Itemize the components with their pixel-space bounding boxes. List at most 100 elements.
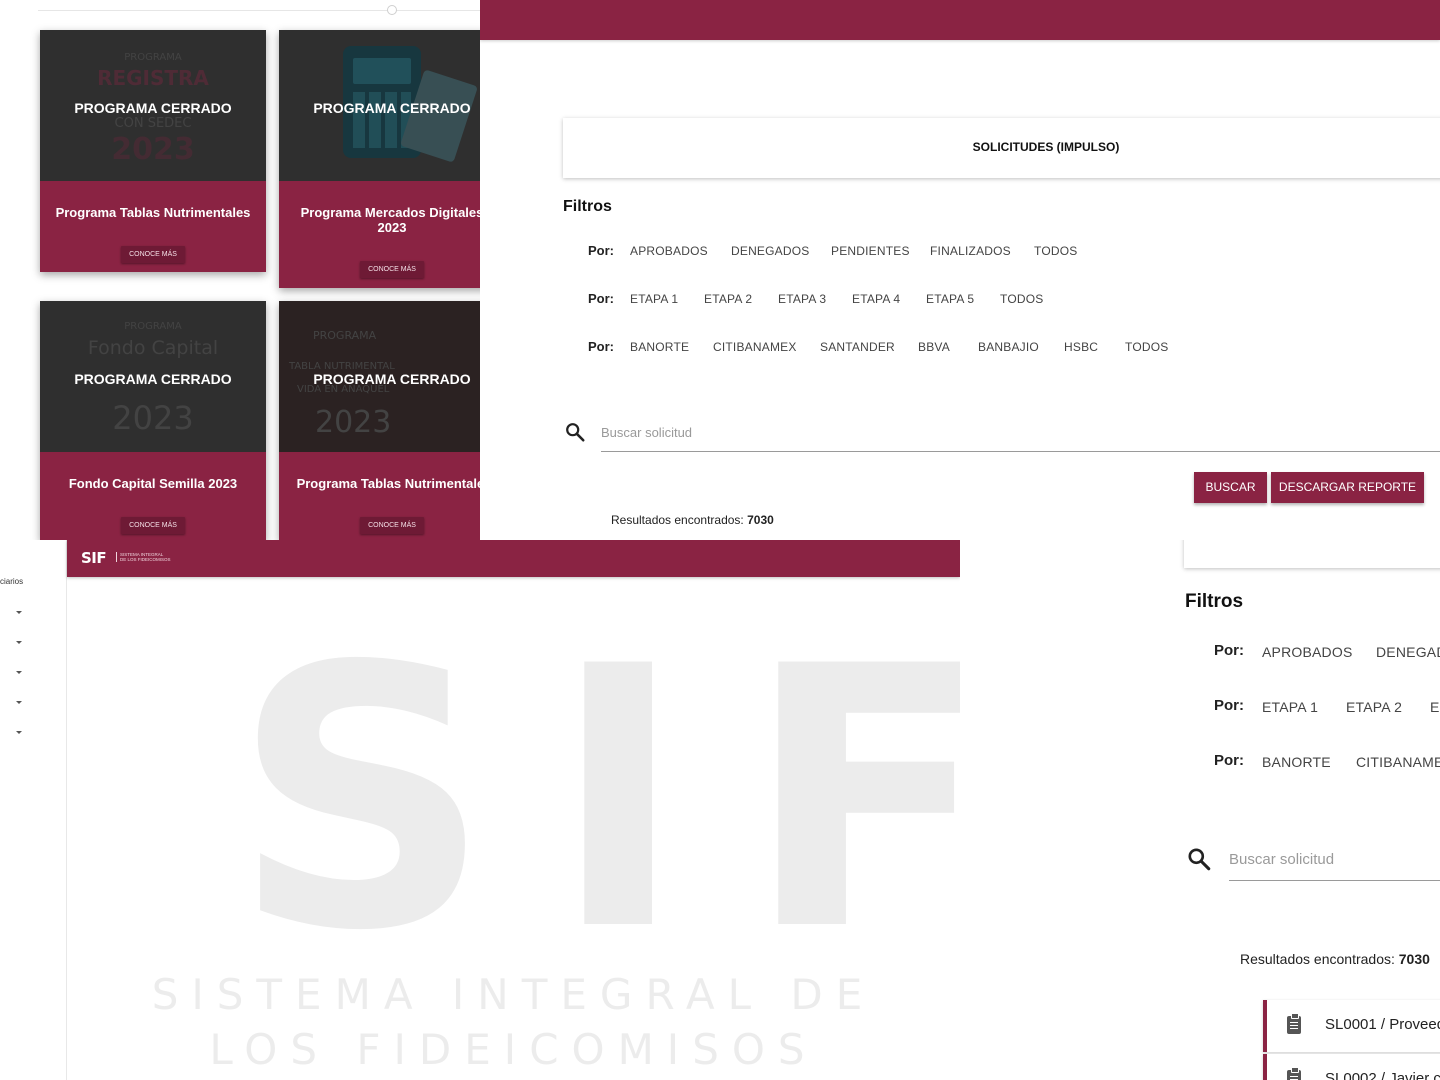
filter-option-todos[interactable]: TODOS <box>1034 244 1077 258</box>
filter-row-label: Por: <box>1214 752 1244 769</box>
results-label: Resultados encontrados: <box>611 513 744 527</box>
dashboard-panel: ciarios SIF SISTEMA INTEGRAL DE LOS FIDE… <box>0 540 960 1080</box>
filter-option-todos[interactable]: TODOS <box>1000 292 1043 306</box>
program-card[interactable]: PROGRAMA REGISTRA CON SEDEC 2023 PROGRAM… <box>40 30 266 272</box>
search-button[interactable]: BUSCAR <box>1194 472 1267 503</box>
filter-option-etapa-5[interactable]: ETAPA 5 <box>926 292 974 306</box>
filter-row-label: Por: <box>588 339 614 354</box>
learn-more-button[interactable]: CONOCE MÁS <box>121 246 185 263</box>
search-input[interactable]: Buscar solicitud <box>601 425 692 440</box>
filter-option-pendientes[interactable]: PENDIENTES <box>831 244 910 258</box>
program-card-body: Fondo Capital Semilla 2023 CONOCE MÁS <box>40 452 266 540</box>
program-status: PROGRAMA CERRADO <box>313 100 471 116</box>
filter-option-etapa-3[interactable]: ETAPA 3 <box>778 292 826 306</box>
filter-option-denegados[interactable]: DENEGADO <box>1376 644 1440 660</box>
list-item[interactable]: SL0001 / Proveed <box>1263 1000 1440 1052</box>
filter-row-label: Por: <box>1214 642 1244 659</box>
sif-logo[interactable]: SIF <box>81 549 107 567</box>
search-input[interactable]: Buscar solicitud <box>1229 851 1334 868</box>
program-status: PROGRAMA CERRADO <box>74 100 232 116</box>
sidebar-label: ciarios <box>0 577 24 586</box>
filter-option-todos[interactable]: TODOS <box>1125 340 1168 354</box>
results-count: Resultados encontrados: 7030 <box>1240 951 1430 967</box>
solicitudes-zoom-panel: Filtros Por: APROBADOS DENEGADO Por: ETA… <box>960 540 1440 1080</box>
filters-heading: Filtros <box>563 198 612 215</box>
filter-option-bbva[interactable]: BBVA <box>918 340 950 354</box>
filter-option-santander[interactable]: SANTANDER <box>820 340 895 354</box>
watermark-line: SISTEMA INTEGRAL DE <box>151 970 876 1019</box>
carousel-dot[interactable] <box>387 5 397 15</box>
clipboard-icon <box>1287 1067 1301 1080</box>
search-icon[interactable] <box>564 421 586 443</box>
filter-option-etapa-4[interactable]: ETAPA 4 <box>852 292 900 306</box>
filter-option-banorte[interactable]: BANORTE <box>630 340 689 354</box>
filter-option-etapa-2[interactable]: ETAPA 2 <box>704 292 752 306</box>
learn-more-button[interactable]: CONOCE MÁS <box>360 261 424 278</box>
chevron-down-icon[interactable] <box>16 701 22 704</box>
learn-more-button[interactable]: CONOCE MÁS <box>360 517 424 534</box>
search-icon[interactable] <box>1186 846 1212 872</box>
program-card[interactable]: PROGRAMA CERRADO Programa Mercados Digit… <box>279 30 480 288</box>
program-card[interactable]: PROGRAMA TABLA NUTRIMENTAL VIDA EN ANAQU… <box>279 301 480 540</box>
programs-panel: PROGRAMA REGISTRA CON SEDEC 2023 PROGRAM… <box>0 0 480 540</box>
filter-option-citibanamex[interactable]: CITIBANAMEX <box>1356 754 1440 770</box>
chevron-down-icon[interactable] <box>16 611 22 614</box>
page-title: SOLICITUDES (IMPULSO) <box>972 140 1120 154</box>
header-card <box>1184 540 1440 568</box>
header-card: SOLICITUDES (IMPULSO) <box>563 118 1440 178</box>
results-number: 7030 <box>747 513 774 527</box>
results-count: Resultados encontrados: 7030 <box>611 513 774 527</box>
chevron-down-icon[interactable] <box>16 731 22 734</box>
top-app-bar <box>67 540 960 577</box>
filter-option-aprobados[interactable]: APROBADOS <box>630 244 708 258</box>
sidebar: ciarios <box>0 540 67 1080</box>
program-card-image: PROGRAMA Fondo Capital 2023 PROGRAMA CER… <box>40 301 266 452</box>
chevron-down-icon[interactable] <box>16 641 22 644</box>
watermark-line: LOS FIDEICOMISOS <box>209 1025 818 1074</box>
filter-option-etapa-2[interactable]: ETAPA 2 <box>1346 699 1402 715</box>
solicitudes-panel: SOLICITUDES (IMPULSO) Filtros Por: APROB… <box>480 0 1440 540</box>
top-app-bar <box>480 0 1440 40</box>
sif-watermark: SIF <box>232 590 960 1009</box>
filter-option-hsbc[interactable]: HSBC <box>1064 340 1098 354</box>
filter-option-etapa-3[interactable]: E <box>1430 699 1440 715</box>
program-card-image: PROGRAMA TABLA NUTRIMENTAL VIDA EN ANAQU… <box>279 301 480 452</box>
filter-option-citibanamex[interactable]: CITIBANAMEX <box>713 340 797 354</box>
program-title: Programa Tablas Nutrimentales <box>296 476 480 491</box>
program-card-body: Programa Tablas Nutrimentales CONOCE MÁS <box>279 452 480 540</box>
search-underline <box>1229 880 1440 881</box>
solicitud-label: SL0001 / Proveed <box>1325 1016 1440 1033</box>
program-card-image: PROGRAMA CERRADO <box>279 30 480 181</box>
sif-logo-subtitle: SISTEMA INTEGRAL DE LOS FIDEICOMISOS <box>116 552 171 562</box>
filter-option-banbajio[interactable]: BANBAJIO <box>978 340 1039 354</box>
filter-option-banorte[interactable]: BANORTE <box>1262 754 1331 770</box>
program-title: Fondo Capital Semilla 2023 <box>68 476 238 491</box>
program-card[interactable]: PROGRAMA Fondo Capital 2023 PROGRAMA CER… <box>40 301 266 540</box>
search-underline <box>601 451 1440 452</box>
download-report-button[interactable]: DESCARGAR REPORTE <box>1271 472 1424 503</box>
program-status: PROGRAMA CERRADO <box>313 371 471 387</box>
program-status: PROGRAMA CERRADO <box>74 371 232 387</box>
program-title: Programa Mercados Digitales 2023 <box>300 205 480 235</box>
filter-option-denegados[interactable]: DENEGADOS <box>731 244 809 258</box>
filter-row-label: Por: <box>588 243 614 258</box>
program-card-image: PROGRAMA REGISTRA CON SEDEC 2023 PROGRAM… <box>40 30 266 181</box>
filter-option-aprobados[interactable]: APROBADOS <box>1262 644 1353 660</box>
solicitud-label: SL0002 / Javier ch <box>1325 1070 1440 1080</box>
top-divider <box>38 10 480 11</box>
filters-heading: Filtros <box>1185 591 1244 612</box>
program-card-body: Programa Mercados Digitales 2023 CONOCE … <box>279 181 480 288</box>
program-title: Programa Tablas Nutrimentales <box>55 205 251 220</box>
filter-row-label: Por: <box>1214 697 1244 714</box>
filter-option-etapa-1[interactable]: ETAPA 1 <box>630 292 678 306</box>
learn-more-button[interactable]: CONOCE MÁS <box>121 517 185 534</box>
results-label: Resultados encontrados: <box>1240 951 1395 967</box>
filter-row-label: Por: <box>588 291 614 306</box>
list-item[interactable]: SL0002 / Javier ch <box>1263 1054 1440 1080</box>
results-number: 7030 <box>1398 951 1430 967</box>
chevron-down-icon[interactable] <box>16 671 22 674</box>
clipboard-icon <box>1287 1013 1301 1034</box>
program-card-body: Programa Tablas Nutrimentales CONOCE MÁS <box>40 181 266 272</box>
filter-option-etapa-1[interactable]: ETAPA 1 <box>1262 699 1318 715</box>
filter-option-finalizados[interactable]: FINALIZADOS <box>930 244 1011 258</box>
